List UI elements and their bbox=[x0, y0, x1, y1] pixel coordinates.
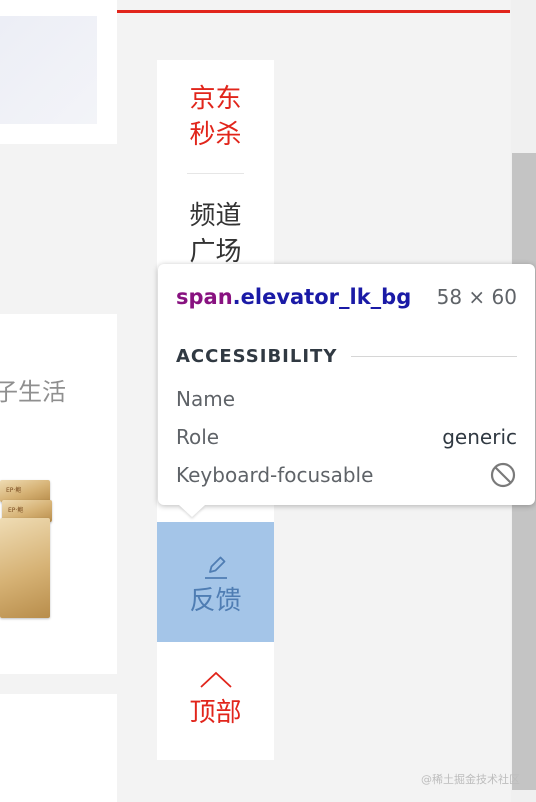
accessibility-row-role: Role generic bbox=[176, 422, 517, 452]
accessibility-row-keyboard-focusable: Keyboard-focusable bbox=[176, 460, 517, 490]
elevator-item-channel[interactable]: 频道 广场 bbox=[157, 174, 274, 274]
tooltip-header: span.elevator_lk_bg 58 × 60 bbox=[176, 282, 517, 312]
row-label: Name bbox=[176, 387, 236, 411]
tooltip-arrow bbox=[179, 505, 205, 517]
book-cover bbox=[0, 518, 50, 618]
devtools-inspect-tooltip: span.elevator_lk_bg 58 × 60 ACCESSIBILIT… bbox=[158, 264, 535, 517]
book-label: EP·鲍 bbox=[6, 487, 22, 494]
promo-card-bottom[interactable] bbox=[0, 694, 117, 802]
section-divider bbox=[351, 355, 517, 357]
selector-class: .elevator_lk_bg bbox=[232, 285, 412, 309]
elevator-item-back-to-top[interactable]: 顶部 bbox=[157, 642, 274, 760]
elevator-item-feedback[interactable]: 反馈 bbox=[157, 522, 274, 642]
accessibility-section-header: ACCESSIBILITY bbox=[176, 342, 517, 370]
row-label: Role bbox=[176, 425, 220, 449]
channel-label-line1: 频道 bbox=[189, 201, 242, 231]
promo-card-top[interactable] bbox=[0, 0, 117, 144]
book-label: EP·鲍 bbox=[8, 507, 24, 514]
element-selector: span.elevator_lk_bg bbox=[176, 285, 411, 309]
row-label: Keyboard-focusable bbox=[176, 463, 374, 487]
back-to-top-label: 顶部 bbox=[189, 698, 242, 728]
book-cover: EP·鲍 bbox=[0, 480, 50, 502]
promo-card-mid[interactable]: 子生活 EP·鲍 EP·鲍 bbox=[0, 314, 117, 674]
element-size: 58 × 60 bbox=[436, 285, 517, 309]
seckill-label-line2: 秒杀 bbox=[189, 120, 242, 150]
watermark: @稀土掘金技术社区 bbox=[421, 773, 520, 786]
promo-image bbox=[0, 16, 97, 124]
not-allowed-icon bbox=[490, 462, 516, 488]
pencil-icon bbox=[204, 556, 227, 579]
feedback-label: 反馈 bbox=[189, 586, 242, 616]
caret-up-icon bbox=[199, 671, 232, 688]
promo-text: 子生活 bbox=[0, 378, 66, 406]
accessibility-title: ACCESSIBILITY bbox=[176, 345, 338, 367]
elevator-item-seckill[interactable]: 京东 秒杀 bbox=[157, 60, 274, 174]
product-image[interactable]: EP·鲍 EP·鲍 bbox=[0, 480, 52, 618]
accessibility-row-name: Name bbox=[176, 384, 517, 414]
seckill-label-line1: 京东 bbox=[189, 84, 242, 114]
row-value: generic bbox=[442, 425, 517, 449]
selector-tag: span bbox=[176, 285, 233, 309]
